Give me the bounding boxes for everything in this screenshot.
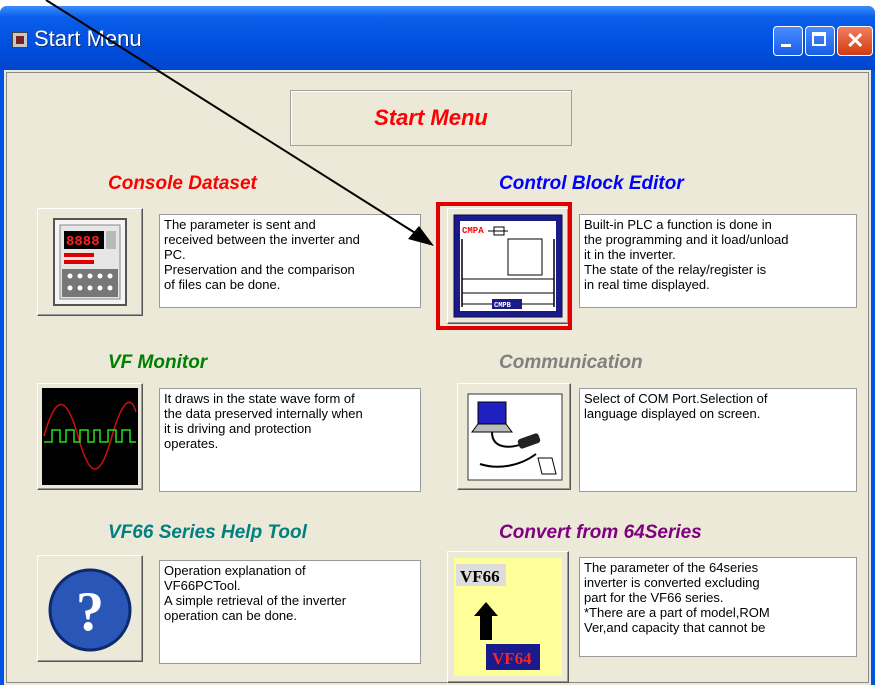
help-tool-title: VF66 Series Help Tool [108, 522, 307, 543]
convert-icon: VF66 VF64 [454, 558, 562, 676]
help-tool-description: Operation explanation of VF66PCTool. A s… [159, 560, 421, 664]
control-block-editor-description: Built-in PLC a function is done in the p… [579, 214, 857, 308]
close-button[interactable]: ✕ [837, 26, 873, 56]
vf-monitor-title: VF Monitor [108, 352, 208, 373]
convert-description: The parameter of the 64series inverter i… [579, 557, 857, 657]
question-mark-icon: ? [48, 568, 132, 652]
client-area: Start Menu Console Dataset 8888 The para… [4, 70, 871, 685]
close-icon: ✕ [846, 28, 865, 53]
laptop-cable-icon [467, 393, 563, 481]
waveform-icon [42, 388, 138, 485]
start-menu-window: Start Menu ✕ Start Menu Console Dataset … [0, 6, 875, 685]
help-tool-button[interactable]: ? [37, 555, 143, 662]
header-title: Start Menu [374, 105, 488, 130]
console-dataset-description: The parameter is sent and received betwe… [159, 214, 421, 308]
communication-button[interactable] [457, 383, 571, 490]
convert-button[interactable]: VF66 VF64 [447, 551, 569, 683]
console-dataset-button[interactable]: 8888 [37, 208, 143, 316]
vf66-label: VF66 [460, 567, 500, 586]
control-block-editor-title: Control Block Editor [499, 173, 684, 194]
vf64-label: VF64 [492, 649, 532, 668]
convert-title: Convert from 64Series [499, 522, 702, 543]
console-keypad-icon: 8888 [53, 218, 127, 306]
selection-highlight [436, 202, 572, 330]
minimize-button[interactable] [773, 26, 803, 56]
vf-monitor-description: It draws in the state wave form of the d… [159, 388, 421, 492]
header-panel: Start Menu [290, 90, 572, 146]
communication-description: Select of COM Port.Selection of language… [579, 388, 857, 492]
console-display-digits: 8888 [66, 234, 100, 250]
maximize-button[interactable] [805, 26, 835, 56]
help-symbol: ? [76, 581, 104, 643]
app-icon [12, 32, 28, 48]
window-title: Start Menu [34, 26, 142, 51]
communication-title: Communication [499, 352, 643, 373]
title-bar[interactable]: Start Menu ✕ [0, 6, 875, 70]
vf-monitor-button[interactable] [37, 383, 143, 490]
console-dataset-title: Console Dataset [108, 173, 257, 194]
